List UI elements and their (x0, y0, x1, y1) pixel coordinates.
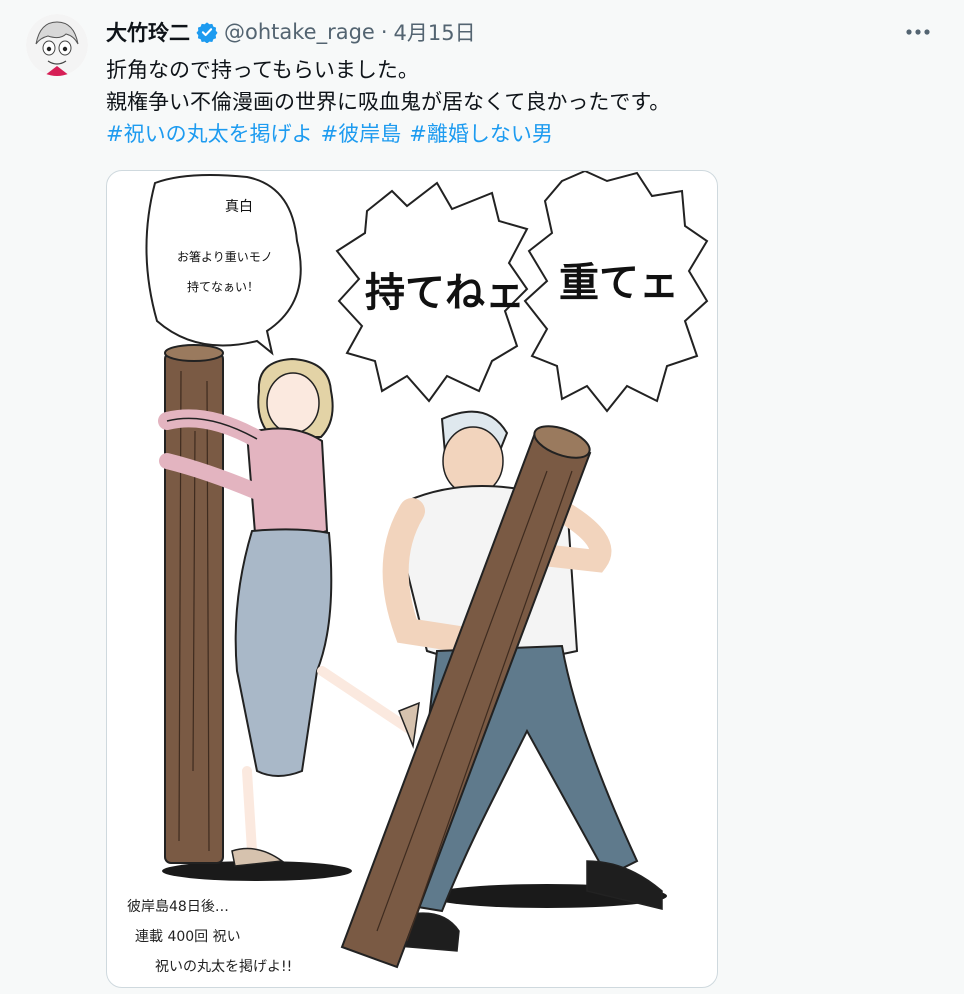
hashtag-list: #祝いの丸太を掲げよ #彼岸島 #離婚しない男 (106, 118, 926, 150)
tweet-text-line-2: 親権争い不倫漫画の世界に吸血鬼が居なくて良かったです。 (106, 90, 671, 114)
author-handle[interactable]: @ohtake_rage (224, 20, 375, 44)
tweet-header: 大竹玲二 @ohtake_rage · 4月15日 (106, 16, 476, 48)
speech-bubble-small (145, 174, 302, 356)
tweet-date[interactable]: 4月15日 (394, 17, 476, 47)
bubble-small-line1: お箸より重いモノ (177, 249, 273, 264)
bubble-right-text: 重てェ (559, 260, 679, 306)
caption-line-1: 彼岸島48日後… (127, 899, 229, 915)
caption-line-2: 連載 400回 祝い (135, 929, 241, 945)
tweet-image[interactable]: 真白 お箸より重いモノ 持てなぁい！ 持てねェ 重てェ 彼岸島48日後… 連載 … (106, 170, 718, 988)
tweet-text: 折角なので持ってもらいました。 親権争い不倫漫画の世界に吸血鬼が居なくて良かった… (106, 54, 926, 150)
tweet: 大竹玲二 @ohtake_rage · 4月15日 折角なので持ってもらいました… (0, 0, 964, 994)
tweet-text-line-1: 折角なので持ってもらいました。 (106, 58, 419, 82)
illustration: 真白 お箸より重いモノ 持てなぁい！ 持てねェ 重てェ 彼岸島48日後… 連載 … (127, 171, 709, 975)
bubble-small-name: 真白 (225, 199, 253, 215)
author-name[interactable]: 大竹玲二 (106, 17, 190, 47)
header-separator: · (380, 20, 388, 44)
verified-badge-icon (196, 21, 218, 43)
bubble-left-text: 持てねェ (365, 270, 525, 316)
avatar[interactable] (26, 14, 88, 76)
hashtag-link[interactable]: #離婚しない男 (409, 118, 553, 150)
hashtag-link[interactable]: #彼岸島 (321, 118, 402, 150)
bubble-small-line2: 持てなぁい！ (187, 279, 259, 294)
hashtag-link[interactable]: #祝いの丸太を掲げよ (106, 118, 313, 150)
more-horizontal-icon[interactable] (900, 18, 936, 46)
caption-line-3: 祝いの丸太を掲げよ!! (155, 959, 292, 975)
